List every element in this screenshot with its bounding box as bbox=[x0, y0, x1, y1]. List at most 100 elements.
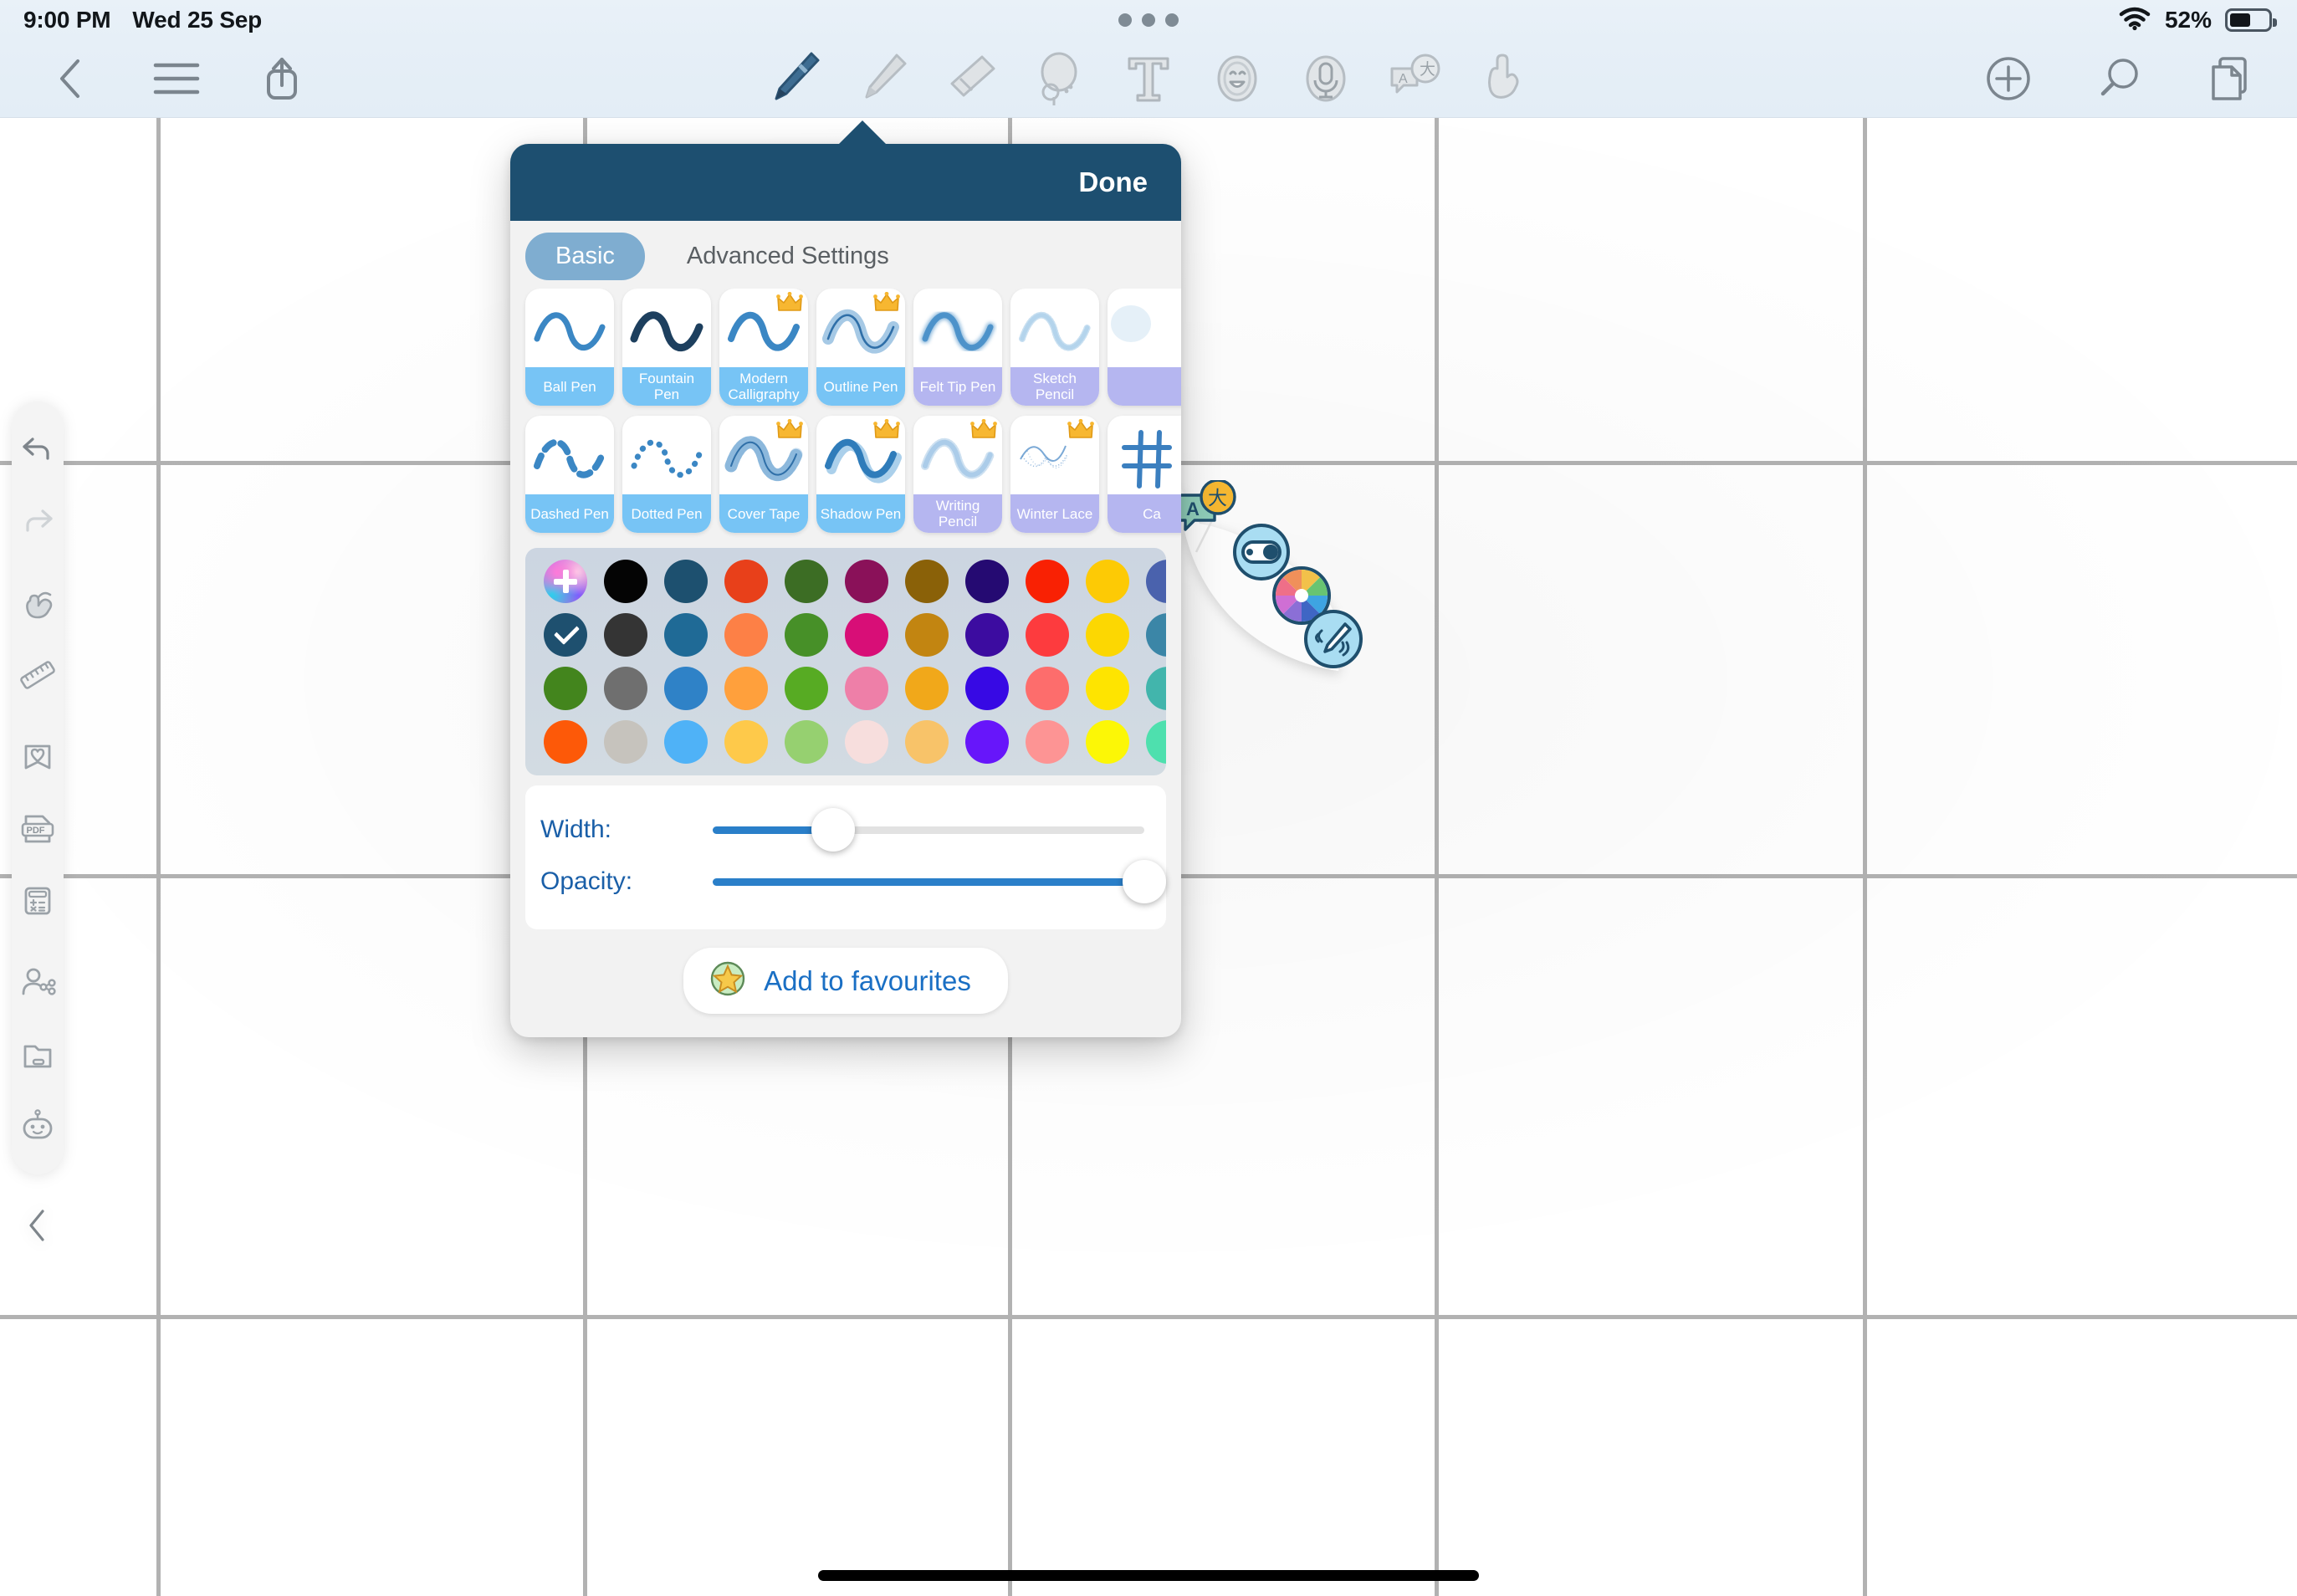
pages-button[interactable] bbox=[2193, 45, 2265, 112]
floating-pen-widget[interactable]: A 大 bbox=[1174, 478, 1450, 706]
color-palette bbox=[525, 548, 1166, 775]
color-swatch[interactable] bbox=[1146, 720, 1166, 764]
audio-tool[interactable] bbox=[1290, 45, 1362, 112]
share-button[interactable] bbox=[246, 45, 318, 112]
color-swatch[interactable] bbox=[905, 667, 949, 710]
lasso-tool[interactable] bbox=[1024, 45, 1096, 112]
color-swatch[interactable] bbox=[1086, 560, 1129, 603]
color-swatch[interactable] bbox=[724, 720, 768, 764]
color-swatch[interactable] bbox=[604, 613, 647, 657]
highlighter-tool[interactable] bbox=[847, 45, 918, 112]
color-swatch[interactable] bbox=[1146, 667, 1166, 710]
pen-card[interactable]: Cover Tape bbox=[719, 416, 808, 533]
color-swatch[interactable] bbox=[965, 720, 1009, 764]
add-button[interactable] bbox=[1972, 45, 2044, 112]
tab-basic[interactable]: Basic bbox=[525, 233, 645, 280]
folder-button[interactable] bbox=[12, 1019, 64, 1091]
hand-tool[interactable] bbox=[1467, 45, 1539, 112]
pdf-button[interactable]: PDF bbox=[12, 793, 64, 865]
pen-card[interactable]: Winter Lace bbox=[1010, 416, 1099, 533]
bookmark-button[interactable] bbox=[12, 721, 64, 793]
multitask-dots-icon[interactable] bbox=[1118, 13, 1179, 27]
pen-card[interactable] bbox=[1108, 289, 1181, 406]
opacity-slider-knob[interactable] bbox=[1123, 860, 1166, 903]
color-swatch[interactable] bbox=[664, 720, 708, 764]
color-swatch[interactable] bbox=[1026, 613, 1069, 657]
home-indicator[interactable] bbox=[818, 1570, 1479, 1581]
width-slider-knob[interactable] bbox=[811, 808, 856, 852]
pen-card[interactable]: Felt Tip Pen bbox=[913, 289, 1002, 406]
back-button[interactable] bbox=[35, 45, 107, 112]
color-swatch[interactable] bbox=[1146, 560, 1166, 603]
color-swatch[interactable] bbox=[905, 720, 949, 764]
color-swatch[interactable] bbox=[1026, 667, 1069, 710]
tab-advanced-settings[interactable]: Advanced Settings bbox=[657, 233, 919, 280]
share-user-button[interactable] bbox=[12, 947, 64, 1019]
color-swatch[interactable] bbox=[965, 667, 1009, 710]
search-button[interactable] bbox=[2083, 45, 2155, 112]
color-swatch[interactable] bbox=[1086, 720, 1129, 764]
color-swatch[interactable] bbox=[785, 720, 828, 764]
eraser-tool[interactable] bbox=[935, 45, 1007, 112]
color-swatch[interactable] bbox=[785, 560, 828, 603]
opacity-slider[interactable] bbox=[713, 860, 1166, 903]
color-swatch[interactable] bbox=[785, 667, 828, 710]
color-swatch[interactable] bbox=[664, 667, 708, 710]
color-swatch[interactable] bbox=[1086, 667, 1129, 710]
color-swatch[interactable] bbox=[845, 560, 888, 603]
color-swatch[interactable] bbox=[724, 560, 768, 603]
color-swatch[interactable] bbox=[604, 667, 647, 710]
pen-card[interactable]: Sketch Pencil bbox=[1010, 289, 1099, 406]
color-swatch[interactable] bbox=[1086, 613, 1129, 657]
color-swatch[interactable] bbox=[845, 667, 888, 710]
calculator-button[interactable] bbox=[12, 865, 64, 937]
collapse-sidebar-button[interactable] bbox=[12, 1189, 64, 1261]
color-swatch[interactable] bbox=[544, 720, 587, 764]
pen-card[interactable]: Fountain Pen bbox=[622, 289, 711, 406]
color-swatch[interactable] bbox=[845, 613, 888, 657]
color-swatch[interactable] bbox=[604, 560, 647, 603]
color-swatch[interactable] bbox=[845, 720, 888, 764]
color-swatch[interactable] bbox=[1146, 613, 1166, 657]
color-swatch[interactable] bbox=[724, 667, 768, 710]
pen-card[interactable]: Outline Pen bbox=[816, 289, 905, 406]
done-button[interactable]: Done bbox=[1079, 166, 1148, 198]
color-swatch[interactable] bbox=[965, 613, 1009, 657]
color-swatch[interactable] bbox=[785, 613, 828, 657]
pen-tool[interactable] bbox=[758, 45, 830, 112]
width-slider[interactable] bbox=[713, 808, 1144, 852]
pen-card[interactable]: Writing Pencil bbox=[913, 416, 1002, 533]
color-swatch[interactable] bbox=[544, 667, 587, 710]
color-swatch[interactable] bbox=[965, 560, 1009, 603]
add-color-button[interactable] bbox=[544, 560, 587, 603]
color-swatch[interactable] bbox=[905, 560, 949, 603]
redo-button[interactable] bbox=[12, 485, 64, 557]
color-swatch[interactable] bbox=[1026, 720, 1069, 764]
touch-mode-button[interactable] bbox=[12, 567, 64, 639]
pen-card[interactable]: Ball Pen bbox=[525, 289, 614, 406]
translate-tool[interactable]: A 大 bbox=[1379, 45, 1450, 112]
sidebar-group-history bbox=[12, 402, 64, 562]
toolbar-right-group bbox=[1972, 45, 2265, 112]
pen-card[interactable]: Modern Calligraphy bbox=[719, 289, 808, 406]
undo-button[interactable] bbox=[12, 413, 64, 485]
color-swatch[interactable] bbox=[1026, 560, 1069, 603]
menu-button[interactable] bbox=[141, 45, 212, 112]
color-swatch-selected[interactable] bbox=[544, 613, 587, 657]
ai-assistant-button[interactable] bbox=[12, 1091, 64, 1163]
dot bbox=[1118, 13, 1132, 27]
pen-card[interactable]: Shadow Pen bbox=[816, 416, 905, 533]
pen-card[interactable]: Ca bbox=[1108, 416, 1181, 533]
text-tool[interactable] bbox=[1113, 45, 1184, 112]
pen-label: Winter Lace bbox=[1010, 494, 1099, 533]
pen-card[interactable]: Dotted Pen bbox=[622, 416, 711, 533]
color-swatch[interactable] bbox=[905, 613, 949, 657]
sticker-tool[interactable] bbox=[1201, 45, 1273, 112]
color-swatch[interactable] bbox=[664, 613, 708, 657]
color-swatch[interactable] bbox=[664, 560, 708, 603]
ruler-button[interactable] bbox=[12, 639, 64, 711]
pen-card[interactable]: Dashed Pen bbox=[525, 416, 614, 533]
color-swatch[interactable] bbox=[724, 613, 768, 657]
color-swatch[interactable] bbox=[604, 720, 647, 764]
add-to-favourites-button[interactable]: Add to favourites bbox=[683, 948, 1008, 1014]
